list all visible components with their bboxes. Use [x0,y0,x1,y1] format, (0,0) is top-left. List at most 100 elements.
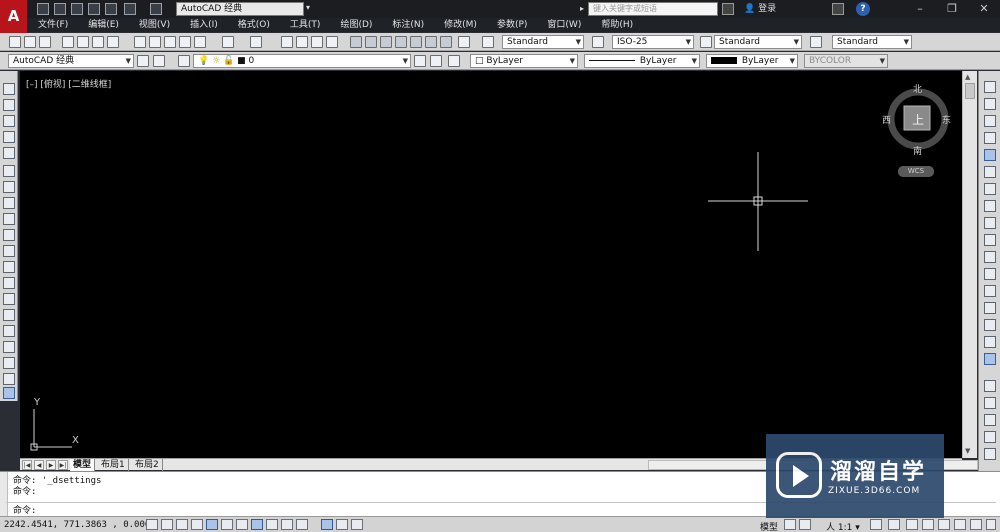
workspace-dropdown-icon[interactable]: ▾ [306,3,310,12]
text-style-dropdown[interactable]: Standard ▼ [502,35,584,49]
plot-icon[interactable] [62,36,74,48]
vertical-scrollbar[interactable]: ▲ ▼ [962,71,977,458]
break-at-point-icon[interactable] [984,268,996,280]
table-icon[interactable] [3,357,15,369]
ellipse-arc-icon[interactable] [3,245,15,257]
menu-dimension[interactable]: 标注(N) [382,18,434,32]
scroll-down-icon[interactable]: ▼ [965,447,970,455]
undo-tb-icon[interactable] [222,36,234,48]
insert-block-icon[interactable] [3,261,15,273]
draworder-back-icon[interactable] [984,414,996,426]
annotation-scale[interactable]: 人 1:1 ▾ [826,520,860,532]
open-file-icon[interactable] [24,36,36,48]
viewcube-south[interactable]: 南 [913,144,922,157]
customization-icon[interactable] [986,519,996,530]
break-icon[interactable] [984,285,996,297]
application-status-icon[interactable] [970,519,982,530]
erase-icon[interactable] [984,81,996,93]
tab-layout2[interactable]: 布局2 [132,459,163,471]
properties-icon[interactable] [350,36,362,48]
qnew-icon[interactable] [9,36,21,48]
tab-model[interactable]: 模型 [70,459,96,471]
design-center-icon[interactable] [365,36,377,48]
make-block-icon[interactable] [3,277,15,289]
print-icon[interactable] [105,3,117,15]
layer-properties-icon[interactable] [178,55,190,67]
menu-help[interactable]: 帮助(H) [591,18,643,32]
polyline-icon[interactable] [3,115,15,127]
search-input[interactable]: 键入关键字或短语 [588,2,718,16]
match-properties-icon[interactable] [179,36,191,48]
quick-view-layouts-icon[interactable] [784,519,796,530]
trim-icon[interactable] [984,234,996,246]
quick-properties-icon[interactable] [336,519,348,530]
redo-tb-icon[interactable] [250,36,262,48]
plot-preview-icon[interactable] [77,36,89,48]
3d-object-snap-icon[interactable] [236,519,248,530]
workspace-settings-icon[interactable] [137,55,149,67]
viewcube-west[interactable]: 西 [882,113,891,126]
menu-modify[interactable]: 修改(M) [434,18,487,32]
markup-icon[interactable] [410,36,422,48]
ellipse-icon[interactable] [3,229,15,241]
draworder-under-icon[interactable] [984,448,996,460]
make-current-layer-icon[interactable] [414,55,426,67]
transparency-icon[interactable] [321,519,333,530]
viewcube-east[interactable]: 东 [942,113,951,126]
viewcube-top-face[interactable]: 上 [912,111,924,128]
quickcalc-icon[interactable] [425,36,437,48]
offset-icon[interactable] [984,132,996,144]
sheet-set-icon[interactable] [395,36,407,48]
menu-view[interactable]: 视图(V) [129,18,180,32]
add-selected-icon[interactable] [3,387,15,399]
menu-draw[interactable]: 绘图(D) [330,18,382,32]
first-tab-icon[interactable]: |◀ [22,460,32,470]
multiline-text-icon[interactable] [3,373,15,385]
vertical-scroll-thumb[interactable] [965,83,975,99]
hatch-icon[interactable] [3,309,15,321]
command-window-handle[interactable] [0,472,8,517]
multileader-style-dropdown[interactable]: Standard ▼ [832,35,912,49]
arc-icon[interactable] [3,165,15,177]
gradient-icon[interactable] [3,325,15,337]
move-icon[interactable] [984,166,996,178]
circle-icon[interactable] [3,181,15,193]
explode-icon[interactable] [984,380,996,392]
search-binoculars-icon[interactable] [722,3,734,15]
scale-icon[interactable] [984,200,996,212]
model-space-button[interactable]: 模型 [760,520,778,532]
open-icon[interactable] [54,3,66,15]
revcloud-icon[interactable] [3,197,15,209]
menu-format[interactable]: 格式(O) [228,18,280,32]
workspace-save-icon[interactable] [153,55,165,67]
stretch-icon[interactable] [984,217,996,229]
workspace-dropdown[interactable]: AutoCAD 经典 ▼ [8,54,134,68]
help-button[interactable]: ? [856,2,870,16]
calculator-icon[interactable] [440,36,452,48]
point-icon[interactable] [3,293,15,305]
save-as-icon[interactable] [88,3,100,15]
region-icon[interactable] [3,341,15,353]
linetype-dropdown[interactable]: ByLayer ▼ [584,54,700,68]
minimize-button[interactable]: – [904,0,936,18]
blend-curves-icon[interactable] [984,353,996,365]
menu-insert[interactable]: 插入(I) [180,18,228,32]
color-dropdown[interactable]: □ ByLayer ▼ [470,54,578,68]
prev-tab-icon[interactable]: ◀ [34,460,44,470]
close-button[interactable]: ✕ [968,0,1000,18]
draworder-above-icon[interactable] [984,431,996,443]
zoom-window-icon[interactable] [311,36,323,48]
menu-edit[interactable]: 编辑(E) [78,18,129,32]
isolate-objects-icon[interactable] [954,519,966,530]
table-style-dropdown[interactable]: Standard ▼ [714,35,802,49]
hardware-acceleration-icon[interactable] [938,519,950,530]
workspace-switcher[interactable]: AutoCAD 经典 [176,2,304,16]
drawing-canvas[interactable]: [–] [俯视] [二维线框] Y X 北 南 东 西 上 WCS [20,71,962,458]
rotate-icon[interactable] [984,183,996,195]
zoom-previous-icon[interactable] [326,36,338,48]
workspace-switching-icon[interactable] [906,519,918,530]
dim-style-icon[interactable] [592,36,604,48]
object-snap-icon[interactable] [221,519,233,530]
paste-icon[interactable] [164,36,176,48]
login-button[interactable]: 👤 登录 [744,2,776,16]
